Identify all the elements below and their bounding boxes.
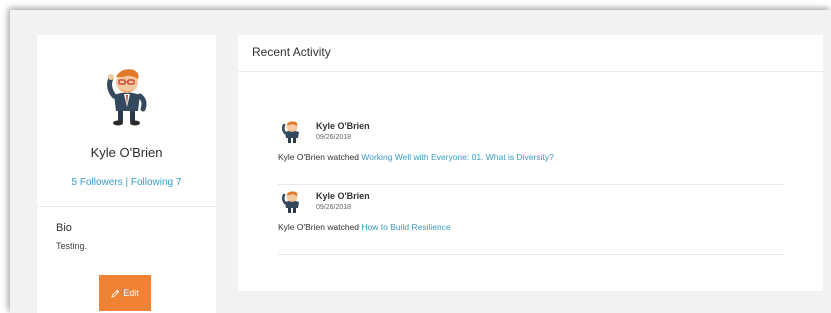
profile-name: Kyle O'Brien [90,145,163,160]
activity-header: Recent Activity [238,35,823,72]
activity-action: Kyle O'Brien watched [278,222,359,232]
activity-link[interactable]: How to Build Resilience [361,222,450,232]
bio-text: Testing. [56,241,88,251]
edit-button-label: Edit [123,288,139,298]
activity-action: Kyle O'Brien watched [278,152,359,162]
profile-card: Kyle O'Brien 5 Followers | Following 7 B… [37,35,216,313]
following-link[interactable]: Following 7 [131,177,182,188]
page-background: Kyle O'Brien 5 Followers | Following 7 B… [10,10,831,313]
divider [278,254,783,255]
user-avatar-icon [281,191,299,213]
avatar [107,69,147,126]
user-avatar-icon [281,121,299,143]
edit-button[interactable]: Edit [99,275,151,311]
divider [37,206,216,207]
bio-heading: Bio [56,222,72,234]
activity-user[interactable]: Kyle O'Brien [316,121,370,131]
activity-text: Kyle O'Brien watched Working Well with E… [278,152,554,162]
activity-item: Kyle O'Brien 09/26/2018 Kyle O'Brien wat… [278,115,783,185]
activity-text: Kyle O'Brien watched How to Build Resili… [278,222,451,232]
activity-item: Kyle O'Brien 09/26/2018 Kyle O'Brien wat… [278,185,783,255]
activity-date: 09/26/2018 [316,204,352,211]
followers-link[interactable]: 5 Followers [72,177,123,188]
pencil-icon [111,289,120,298]
activity-user[interactable]: Kyle O'Brien [316,191,370,201]
activity-title: Recent Activity [252,45,331,59]
follow-stats: 5 Followers | Following 7 [37,177,216,188]
activity-link[interactable]: Working Well with Everyone: 01. What is … [361,152,553,162]
activity-card: Recent Activity Kyle O'Brien 09/26/2018 … [238,35,823,291]
activity-date: 09/26/2018 [316,134,352,141]
follow-separator: | [125,177,129,188]
